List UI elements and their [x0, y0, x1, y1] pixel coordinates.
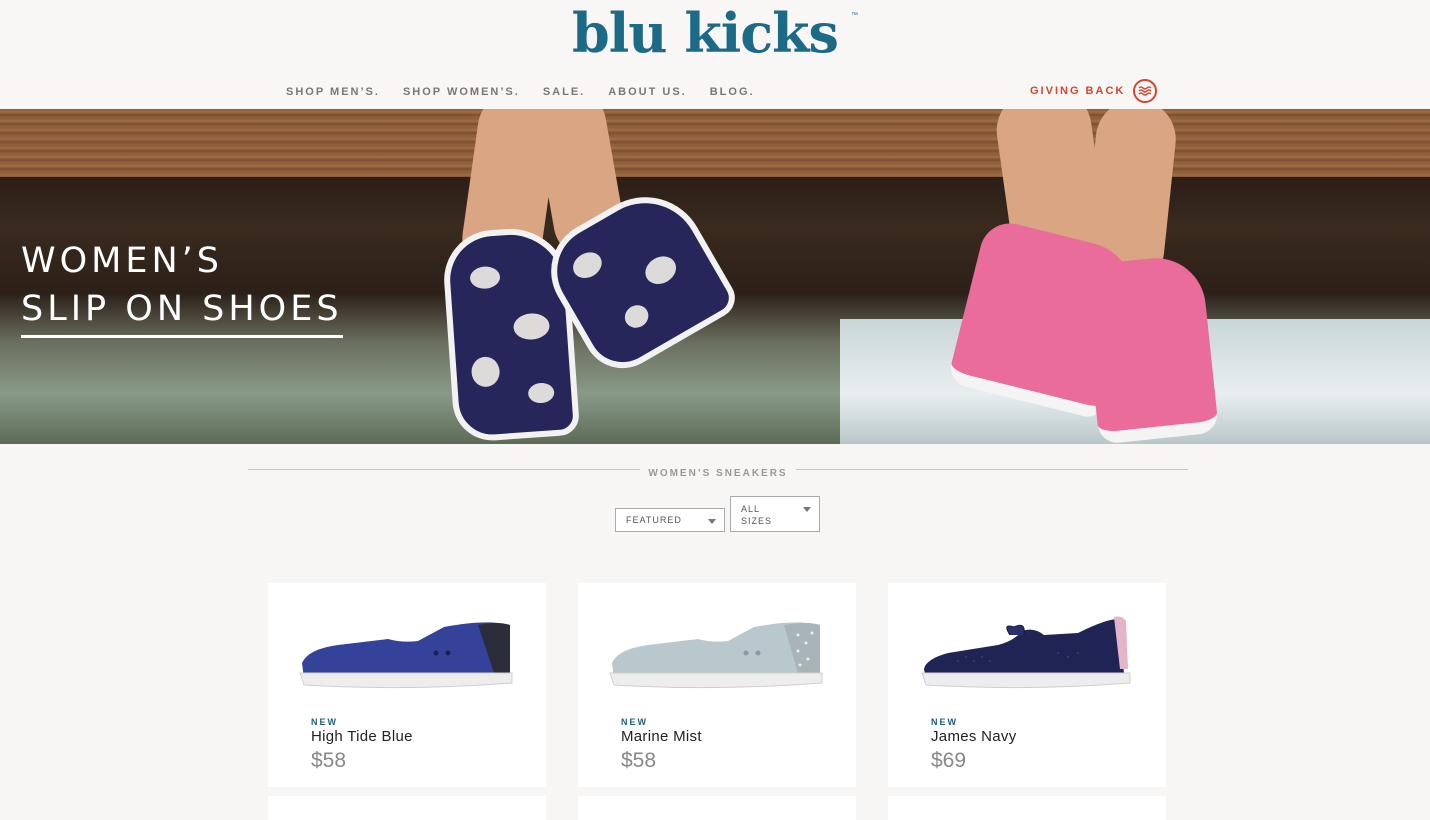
hero-banner[interactable]: WOMEN’S SLIP ON SHOES [0, 109, 1430, 444]
nav-shop-men[interactable]: SHOP MEN’S. [286, 86, 380, 98]
hero-title: WOMEN’S SLIP ON SHOES [21, 237, 343, 338]
product-card[interactable] [268, 796, 546, 820]
size-select-value-line1: ALL [741, 504, 761, 514]
product-name[interactable]: Marine Mist [621, 728, 702, 745]
sort-select[interactable]: FEATURED [615, 508, 725, 532]
size-select[interactable]: ALL SIZES [730, 496, 820, 532]
product-card[interactable]: NEW High Tide Blue $58 [268, 583, 546, 787]
nav-about-us[interactable]: ABOUT US. [608, 86, 687, 98]
nav-blog[interactable]: BLOG. [710, 86, 755, 98]
product-card[interactable] [888, 796, 1166, 820]
chevron-down-icon [708, 519, 716, 524]
product-name[interactable]: High Tide Blue [311, 728, 413, 745]
trademark: ™ [851, 12, 858, 19]
product-image-high-tide-blue[interactable] [298, 613, 514, 693]
section-title: WOMEN’S SNEAKERS [640, 468, 796, 479]
new-badge: NEW [931, 717, 958, 727]
sort-select-value: FEATURED [626, 515, 682, 525]
giving-back-link[interactable]: GIVING BACK [1030, 78, 1158, 104]
main-nav: SHOP MEN’S. SHOP WOMEN’S. SALE. ABOUT US… [286, 86, 778, 98]
section-heading: WOMEN’S SNEAKERS [0, 463, 1430, 481]
hero-title-line1: WOMEN’S [21, 241, 223, 281]
nav-sale[interactable]: SALE. [543, 86, 585, 98]
hero-pink-shoe [1080, 253, 1220, 444]
giving-back-label: GIVING BACK [1030, 85, 1126, 97]
product-price: $58 [311, 749, 347, 772]
product-image-marine-mist[interactable] [608, 613, 824, 693]
brand-logo[interactable]: blu kicks [572, 0, 839, 66]
wave-icon [1133, 79, 1158, 103]
product-name[interactable]: James Navy [931, 728, 1017, 745]
product-price: $58 [621, 749, 657, 772]
product-image-james-navy[interactable] [918, 613, 1134, 693]
product-card[interactable] [578, 796, 856, 820]
new-badge: NEW [311, 717, 338, 727]
product-card[interactable]: NEW James Navy $69 [888, 583, 1166, 787]
hero-dock-plank [0, 109, 1430, 177]
hero-title-line2: SLIP ON SHOES [21, 285, 343, 338]
product-price: $69 [931, 749, 967, 772]
new-badge: NEW [621, 717, 648, 727]
site-header: blu kicks ™ SHOP MEN’S. SHOP WOMEN’S. SA… [0, 0, 1430, 109]
nav-shop-women[interactable]: SHOP WOMEN’S. [403, 86, 520, 98]
chevron-down-icon [803, 507, 811, 512]
size-select-value-line2: SIZES [741, 516, 773, 526]
product-card[interactable]: NEW Marine Mist $58 [578, 583, 856, 787]
